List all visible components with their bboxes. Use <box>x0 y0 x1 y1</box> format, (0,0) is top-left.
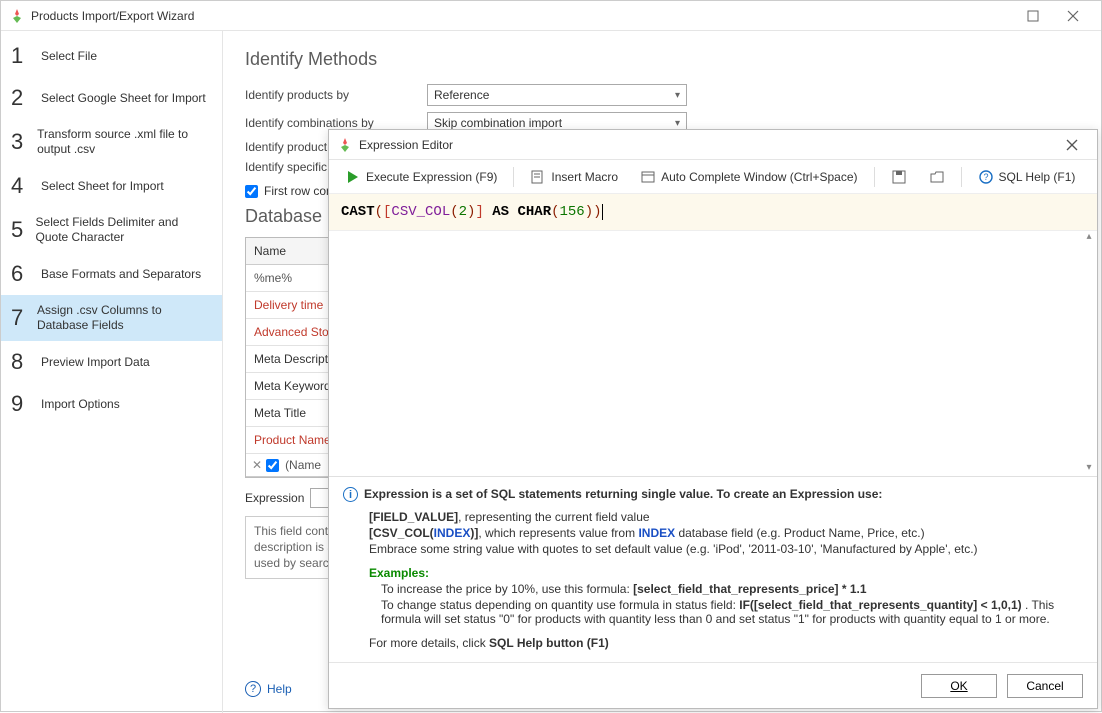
help-icon: ? <box>245 681 261 697</box>
step-1[interactable]: 1Select File <box>1 35 222 77</box>
macro-icon <box>530 169 546 185</box>
filter-summary: (Name <box>285 458 321 472</box>
insert-macro-button[interactable]: Insert Macro <box>524 165 624 189</box>
step-4[interactable]: 4Select Sheet for Import <box>1 165 222 207</box>
scroll-down-icon[interactable]: ▾ <box>1083 462 1095 476</box>
step-3[interactable]: 3Transform source .xml file to output .c… <box>1 119 222 165</box>
step-6[interactable]: 6Base Formats and Separators <box>1 253 222 295</box>
ok-button[interactable]: OK <box>921 674 997 698</box>
save-icon <box>891 169 907 185</box>
expression-code-editor[interactable]: CAST([CSV_COL(2)] AS CHAR(156)) <box>329 194 1097 231</box>
sql-help-button[interactable]: ? SQL Help (F1) <box>972 165 1082 189</box>
step-9[interactable]: 9Import Options <box>1 383 222 425</box>
identify-products-row: Identify products by Reference▾ <box>245 84 1079 106</box>
help-link[interactable]: ? Help <box>245 681 292 697</box>
editor-body-area[interactable]: ▴ ▾ <box>329 231 1097 476</box>
chevron-down-icon: ▾ <box>675 118 680 129</box>
open-icon-button[interactable] <box>923 165 951 189</box>
app-icon <box>9 8 25 24</box>
identify-products-select[interactable]: Reference▾ <box>427 84 687 106</box>
cancel-button[interactable]: Cancel <box>1007 674 1083 698</box>
window-title: Products Import/Export Wizard <box>31 9 1013 23</box>
folder-open-icon <box>929 169 945 185</box>
maximize-button[interactable] <box>1013 2 1053 30</box>
step-8[interactable]: 8Preview Import Data <box>1 341 222 383</box>
info-icon: i <box>343 487 358 502</box>
autocomplete-button[interactable]: Auto Complete Window (Ctrl+Space) <box>634 165 863 189</box>
expression-editor-dialog: Expression Editor Execute Expression (F9… <box>328 129 1098 709</box>
wizard-steps-sidebar: 1Select File 2Select Google Sheet for Im… <box>1 31 223 713</box>
first-row-label: First row con <box>264 184 333 198</box>
step-7[interactable]: 7Assign .csv Columns to Database Fields <box>1 295 222 341</box>
chevron-down-icon: ▾ <box>675 90 680 101</box>
autocomplete-icon <box>640 169 656 185</box>
first-row-checkbox[interactable] <box>245 185 258 198</box>
filter-enabled-checkbox[interactable] <box>266 459 279 472</box>
svg-text:?: ? <box>983 172 988 182</box>
window-titlebar: Products Import/Export Wizard <box>1 1 1101 31</box>
dialog-footer: OK Cancel <box>329 662 1097 708</box>
clear-filter-icon[interactable]: ✕ <box>252 458 262 472</box>
dialog-titlebar: Expression Editor <box>329 130 1097 160</box>
vertical-scrollbar[interactable]: ▴ ▾ <box>1083 231 1095 476</box>
play-icon <box>345 169 361 185</box>
identify-products-label: Identify products by <box>245 88 427 102</box>
dialog-title: Expression Editor <box>359 138 1055 152</box>
dialog-toolbar: Execute Expression (F9) Insert Macro Aut… <box>329 160 1097 194</box>
identify-methods-heading: Identify Methods <box>245 49 1079 70</box>
save-icon-button[interactable] <box>885 165 913 189</box>
dialog-close-button[interactable] <box>1055 132 1089 158</box>
identify-combinations-label: Identify combinations by <box>245 116 427 130</box>
execute-expression-button[interactable]: Execute Expression (F9) <box>339 165 503 189</box>
expression-label: Expression <box>245 491 304 505</box>
scroll-up-icon[interactable]: ▴ <box>1083 231 1095 245</box>
help-icon: ? <box>978 169 994 185</box>
step-5[interactable]: 5Select Fields Delimiter and Quote Chara… <box>1 207 222 253</box>
close-button[interactable] <box>1053 2 1093 30</box>
app-icon <box>337 137 353 153</box>
step-2[interactable]: 2Select Google Sheet for Import <box>1 77 222 119</box>
expression-help-panel: iExpression is a set of SQL statements r… <box>329 476 1097 662</box>
